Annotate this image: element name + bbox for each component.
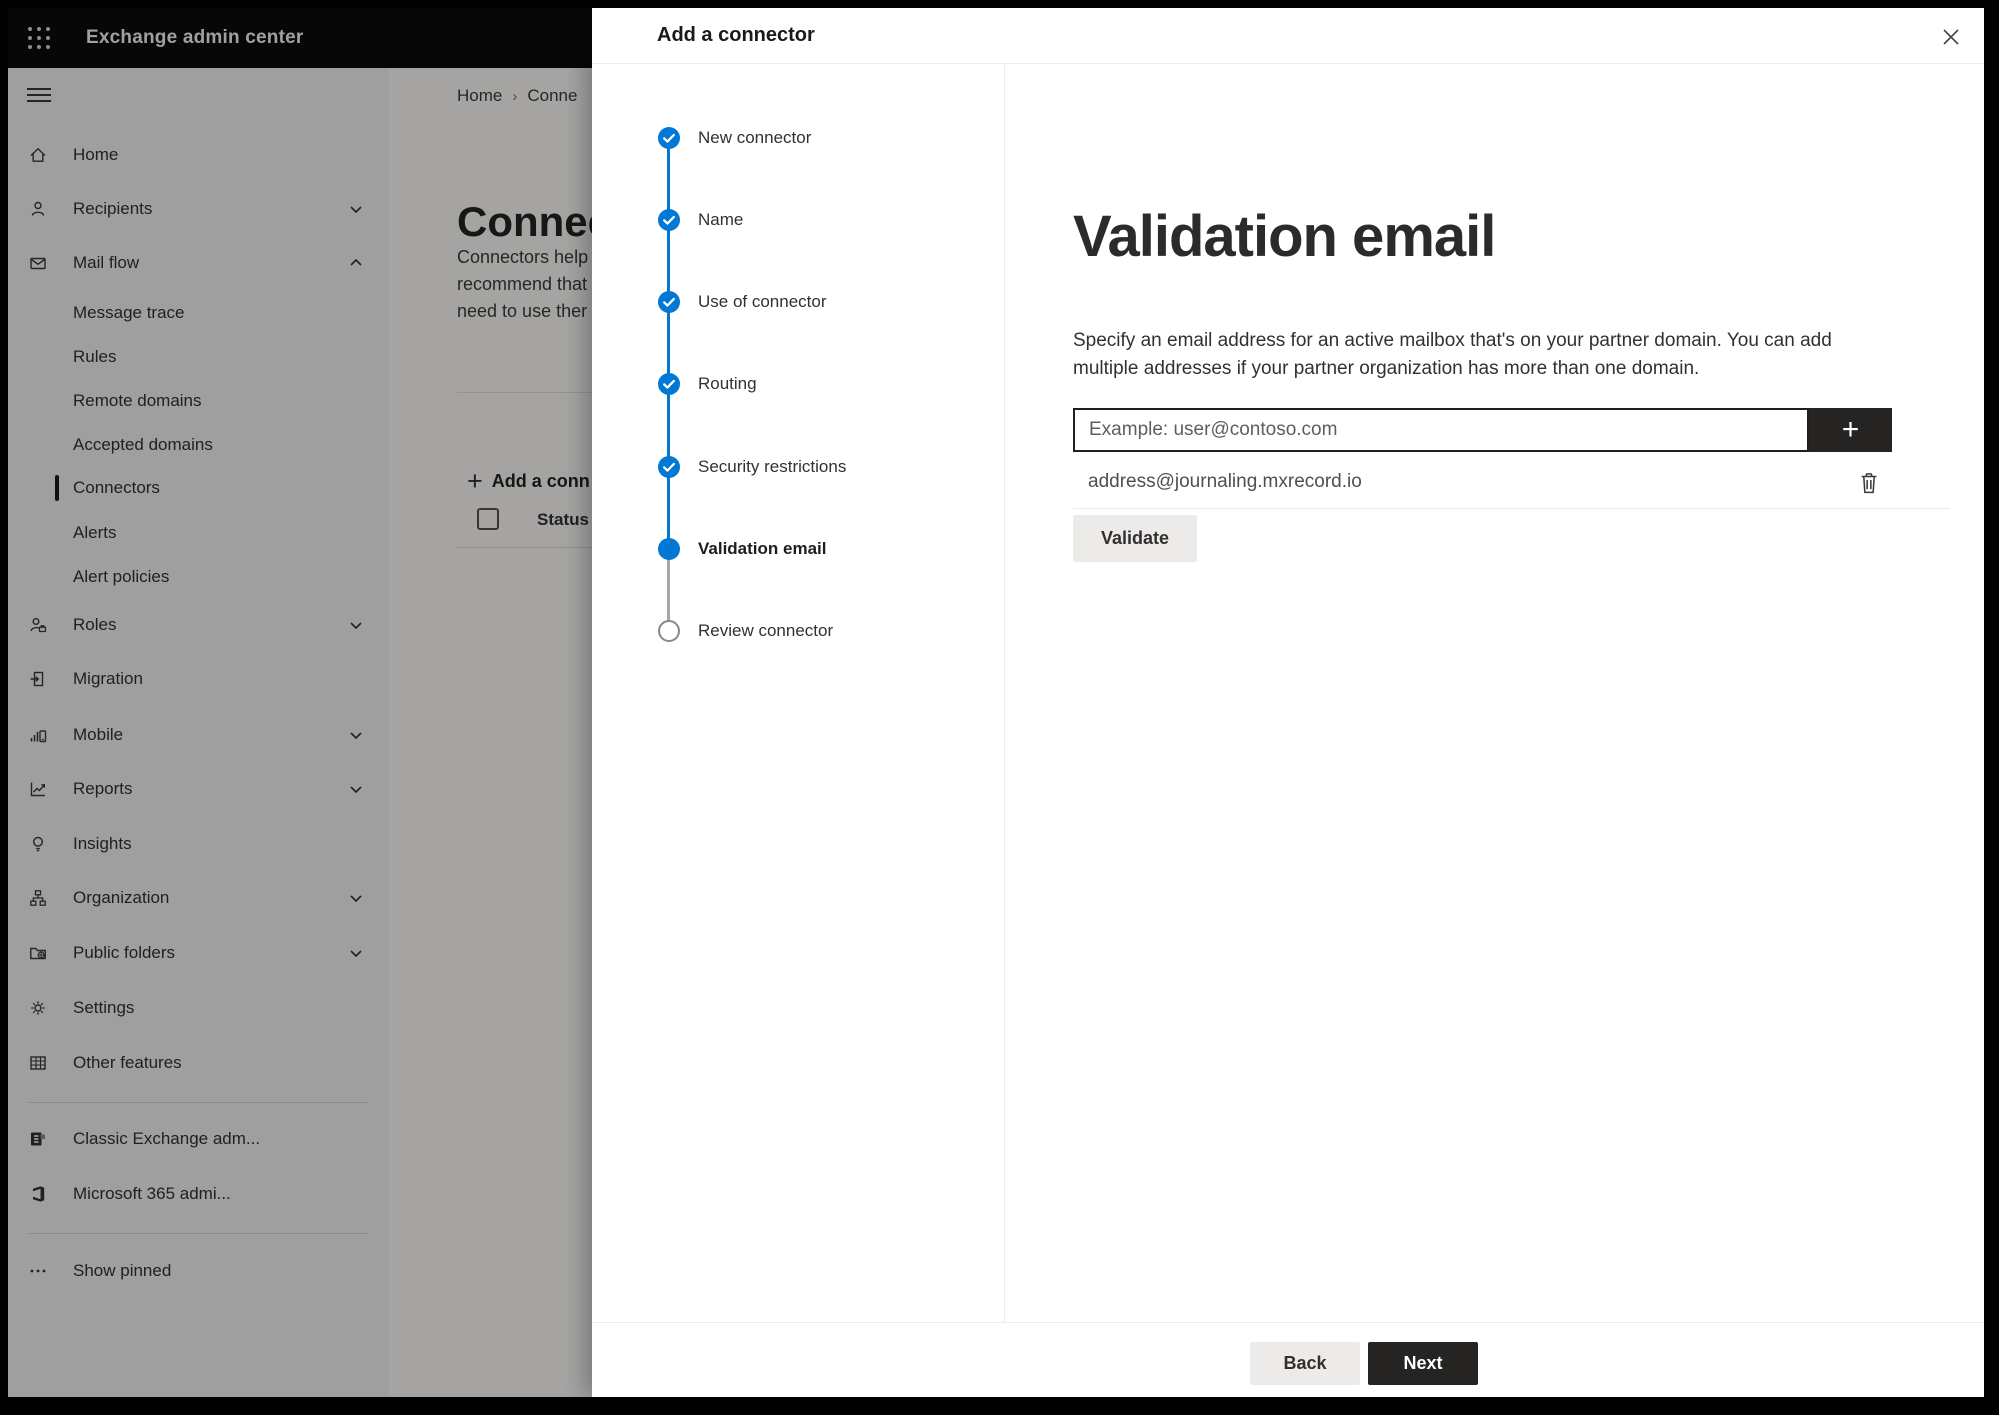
add-address-button[interactable]: + (1809, 408, 1892, 452)
step-validation-email[interactable]: Validation email (698, 538, 827, 560)
step-dot-done (658, 291, 680, 313)
step-connector-line-todo (667, 549, 670, 631)
close-icon[interactable] (1938, 24, 1964, 50)
step-heading: Validation email (1073, 203, 1496, 269)
step-security-restrictions[interactable]: Security restrictions (698, 456, 846, 478)
step-dot-done (658, 373, 680, 395)
back-button[interactable]: Back (1250, 1342, 1360, 1385)
next-button[interactable]: Next (1368, 1342, 1478, 1385)
step-dot-done (658, 209, 680, 231)
panel-title: Add a connector (657, 24, 815, 46)
step-dot-todo (658, 620, 680, 642)
add-connector-panel: Add a connector New connector Name Use o… (592, 8, 1984, 1397)
address-list-divider (1073, 508, 1950, 509)
email-input[interactable] (1073, 408, 1809, 452)
step-dot-done (658, 456, 680, 478)
step-review-connector[interactable]: Review connector (698, 620, 833, 642)
step-name[interactable]: Name (698, 209, 743, 231)
validate-button[interactable]: Validate (1073, 515, 1197, 562)
step-dot-done (658, 127, 680, 149)
address-row: address@journaling.mxrecord.io (1073, 466, 1950, 500)
step-connector-line-done (667, 138, 670, 549)
step-routing[interactable]: Routing (698, 373, 757, 395)
screenshot-root: Exchange admin center Home Recipients Ma… (0, 0, 1999, 1415)
app-window: Exchange admin center Home Recipients Ma… (8, 8, 1984, 1397)
step-dot-current (658, 538, 680, 560)
step-description: Specify an email address for an active m… (1073, 330, 1832, 379)
step-use-of-connector[interactable]: Use of connector (698, 291, 827, 313)
plus-icon: + (1841, 413, 1860, 446)
address-value: address@journaling.mxrecord.io (1088, 471, 1362, 492)
wizard-steps (592, 64, 1005, 1322)
trash-icon[interactable] (1854, 468, 1884, 498)
panel-footer-divider (592, 1322, 1984, 1323)
step-new-connector[interactable]: New connector (698, 127, 811, 149)
